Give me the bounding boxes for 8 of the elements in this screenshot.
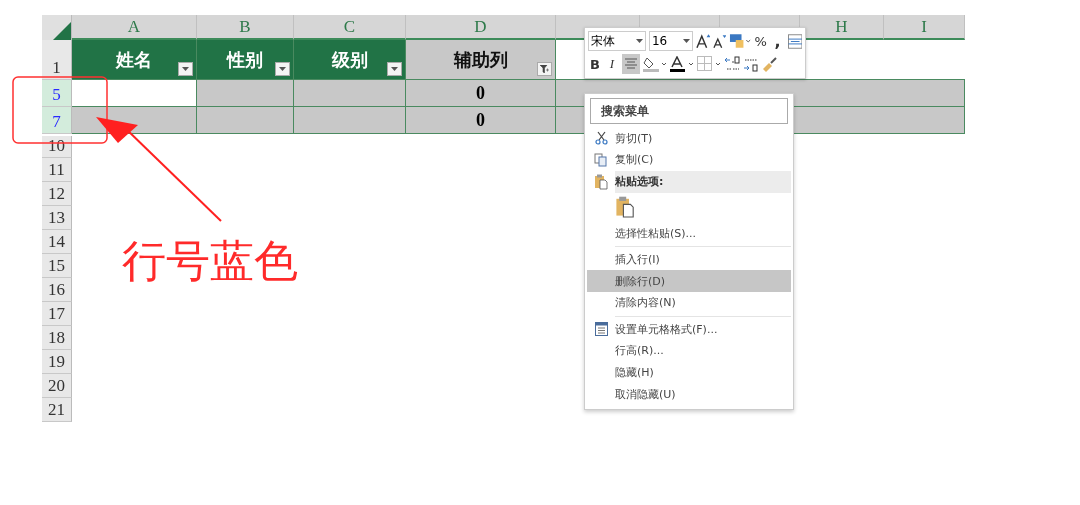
annotation-text: 行号蓝色 — [122, 234, 298, 288]
header-cell: 辅助列 — [406, 40, 556, 80]
table-cell: 0 — [406, 107, 556, 134]
table-cell: 0 — [406, 80, 556, 107]
header-cell: 级别 — [294, 40, 406, 80]
header-cell: 性别 — [197, 40, 294, 80]
menu-section-header: 粘贴选项: — [615, 170, 791, 193]
header-cell: 姓名 — [72, 40, 197, 80]
